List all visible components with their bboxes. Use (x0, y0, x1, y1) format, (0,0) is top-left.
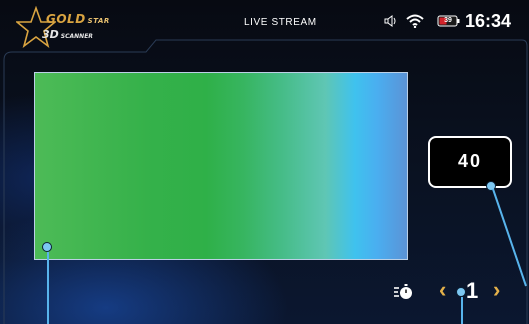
step-value: 1 (466, 278, 479, 303)
live-stream-screen: GOLD STAR 3D SCANNER LIVE STREAM 39 16:34 (0, 0, 529, 324)
previous-step-button[interactable]: ‹ (439, 278, 446, 302)
timer-icon[interactable] (393, 282, 413, 302)
value-pointer-line (492, 188, 527, 287)
step-pointer-marker (456, 287, 466, 297)
next-step-button[interactable]: › (493, 278, 500, 302)
step-pointer-line (461, 297, 463, 324)
